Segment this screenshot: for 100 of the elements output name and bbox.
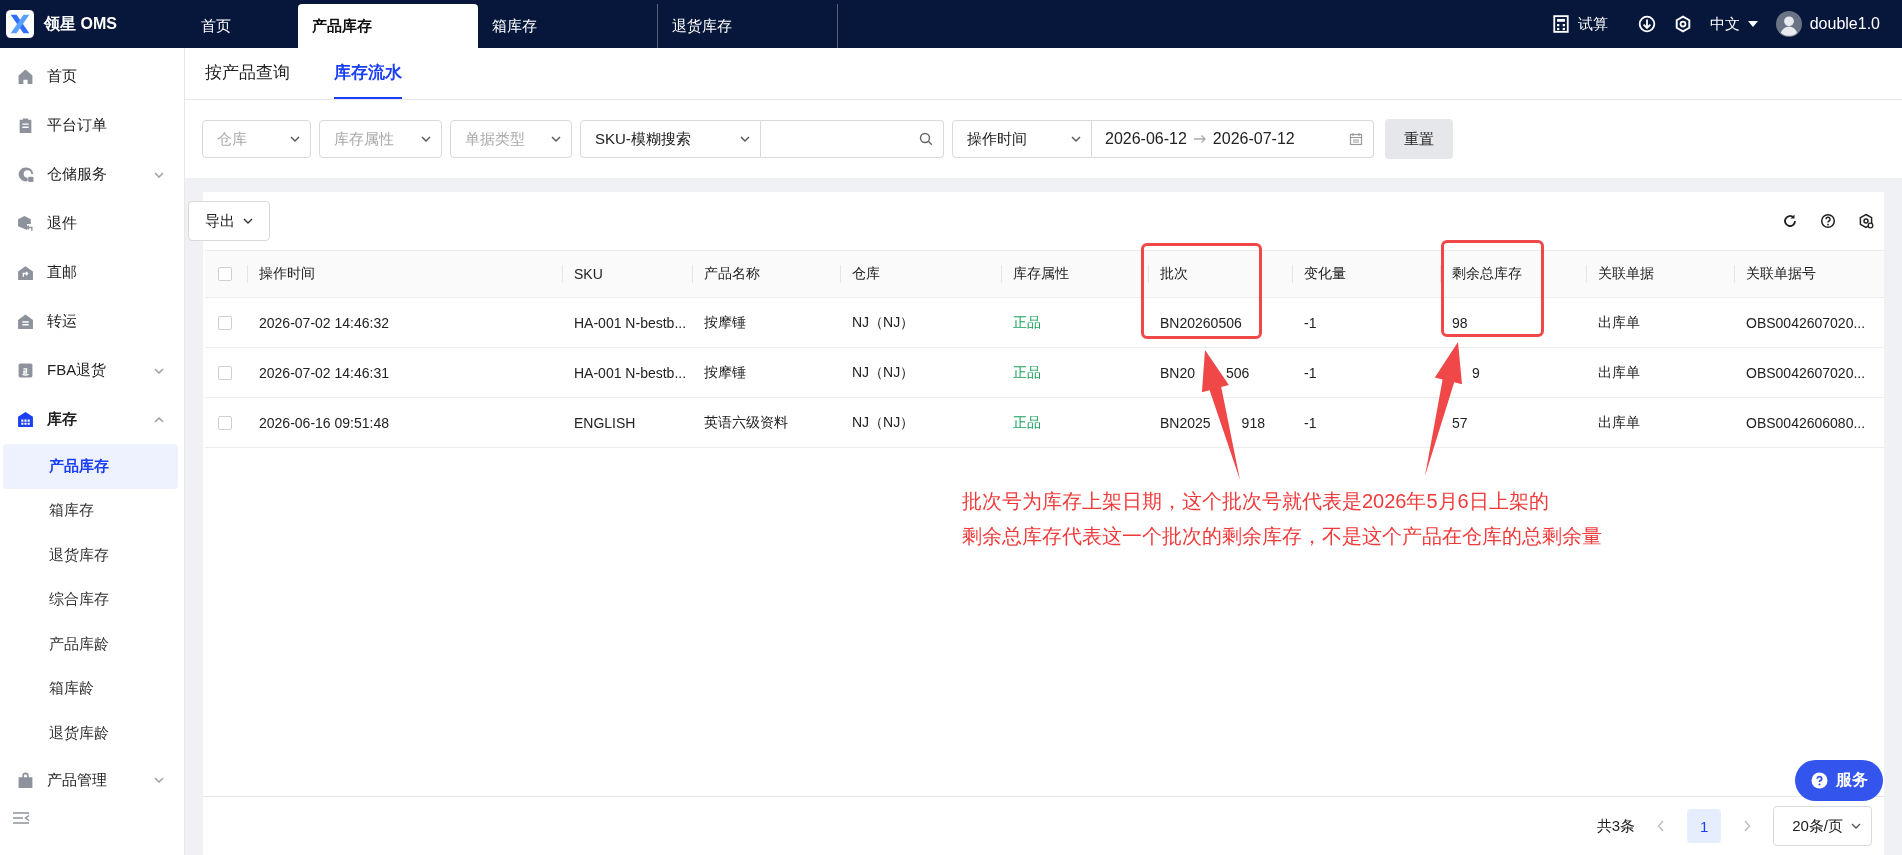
sidebar-item[interactable]: 直邮 xyxy=(0,248,184,297)
download-icon[interactable] xyxy=(1637,15,1656,33)
sidebar-subitem[interactable]: 综合库存 xyxy=(3,577,178,622)
table-cell: 英语六级资料 xyxy=(704,413,788,432)
sidebar-item[interactable]: 库存 xyxy=(0,395,184,444)
table-cell: BN20260506 xyxy=(1160,314,1242,331)
next-page-icon[interactable] xyxy=(1743,820,1752,832)
help-icon xyxy=(1810,772,1828,789)
chevron-icon xyxy=(154,416,164,423)
sidebar-subitem[interactable]: 产品库存 xyxy=(3,444,178,489)
warehouse-icon xyxy=(17,411,34,428)
table-cell: NJ（NJ） xyxy=(852,413,915,432)
top-tab[interactable]: 产品库存 xyxy=(298,4,478,48)
column-header: 操作时间 xyxy=(259,265,315,283)
house-arrow-icon xyxy=(17,264,34,281)
table-cell: BN2025 xyxy=(1160,414,1211,431)
table-cell: 正品 xyxy=(1013,413,1041,432)
sidebar-item[interactable]: FBA退货 xyxy=(0,346,184,395)
row-checkbox[interactable] xyxy=(218,315,232,330)
chevron-down-icon xyxy=(243,218,253,224)
header-checkbox[interactable] xyxy=(218,267,232,281)
help-icon[interactable] xyxy=(1820,213,1836,229)
avatar-icon[interactable] xyxy=(1775,11,1802,37)
table-cell: 出库单 xyxy=(1598,313,1640,332)
row-checkbox[interactable] xyxy=(218,365,232,380)
export-button[interactable]: 导出 xyxy=(188,201,270,241)
calculator-button[interactable]: 试算 xyxy=(1551,14,1608,34)
table-cell: 出库单 xyxy=(1598,363,1640,382)
collapse-icon[interactable] xyxy=(12,810,30,825)
sidebar-item[interactable]: 退件 xyxy=(0,199,184,248)
table-cell: 918 xyxy=(1241,414,1265,431)
top-tab[interactable]: 首页 xyxy=(185,4,298,48)
user-name[interactable]: double1.0 xyxy=(1809,15,1880,33)
row-checkbox[interactable] xyxy=(218,415,232,430)
sidebar-item[interactable]: 仓储服务 xyxy=(0,150,184,199)
search-icon xyxy=(919,132,933,146)
chevron-down-icon xyxy=(740,136,750,142)
column-header: 关联单据 xyxy=(1598,265,1654,283)
column-header: SKU xyxy=(574,266,603,282)
service-button[interactable]: 服务 xyxy=(1795,760,1883,801)
column-header: 批次 xyxy=(1160,265,1188,283)
previous-page-icon[interactable] xyxy=(1657,820,1666,832)
table-cell: -1 xyxy=(1304,414,1317,431)
table-cell: 9 xyxy=(1472,364,1480,381)
total-count: 共3条 xyxy=(1596,816,1636,836)
sidebar-subitem[interactable]: 产品库龄 xyxy=(3,622,178,667)
annotation-text: 剩余总库存代表这一个批次的剩余库存，不是这个产品在仓库的总剩余量 xyxy=(962,524,1602,549)
column-settings-icon[interactable] xyxy=(1858,213,1874,229)
table-cell: OBS0042606080... xyxy=(1746,414,1866,431)
sidebar-subitem[interactable]: 箱库龄 xyxy=(3,666,178,711)
table-cell: 2026-07-02 14:46:31 xyxy=(259,364,389,381)
sidebar-subitem[interactable]: 箱库存 xyxy=(3,488,178,533)
home-icon xyxy=(17,68,34,85)
table-cell: -1 xyxy=(1304,364,1317,381)
table-cell: NJ（NJ） xyxy=(852,363,915,382)
table-cell: NJ（NJ） xyxy=(852,313,915,332)
page-size-select[interactable]: 20条/页 xyxy=(1773,806,1872,846)
table-cell: HA-001 N-bestb... xyxy=(574,314,687,331)
table-cell: 正品 xyxy=(1013,363,1041,382)
chevron-icon xyxy=(154,171,164,178)
table-cell: 2026-06-16 09:51:48 xyxy=(259,414,389,431)
sidebar-subitem[interactable]: 退货库存 xyxy=(3,533,178,578)
column-header: 产品名称 xyxy=(704,265,760,283)
table-cell: 按摩锤 xyxy=(704,363,746,382)
table-cell: OBS0042607020... xyxy=(1746,314,1866,331)
column-header: 变化量 xyxy=(1304,265,1346,283)
chevron-down-icon xyxy=(1851,823,1861,829)
table-cell: BN20 xyxy=(1160,364,1196,381)
search-type-select[interactable]: SKU-模糊搜索 xyxy=(580,120,761,158)
reset-button[interactable]: 重置 xyxy=(1385,119,1453,159)
date-type-select[interactable]: 操作时间 xyxy=(952,120,1092,158)
table-cell: 正品 xyxy=(1013,313,1041,332)
table-cell: HA-001 N-bestb... xyxy=(574,364,687,381)
logo-text: 领星 OMS xyxy=(44,13,117,34)
page-number[interactable]: 1 xyxy=(1687,809,1722,843)
search-field[interactable] xyxy=(761,120,944,158)
calculator-icon xyxy=(1551,15,1570,33)
date-range-field[interactable]: 2026-06-12 2026-07-12 xyxy=(1092,120,1374,158)
sidebar-item[interactable]: 首页 xyxy=(0,52,184,101)
table-cell: ENGLISH xyxy=(574,414,636,431)
table-cell: 出库单 xyxy=(1598,413,1640,432)
settings-icon[interactable] xyxy=(1673,15,1692,33)
chevron-down-icon xyxy=(421,136,431,142)
sidebar-item[interactable]: 产品管理 xyxy=(0,755,184,805)
sub-tab[interactable]: 按产品查询 xyxy=(205,48,290,99)
sidebar-subitem[interactable]: 退货库龄 xyxy=(3,711,178,756)
column-header: 关联单据号 xyxy=(1746,265,1816,283)
column-header: 剩余总库存 xyxy=(1452,265,1522,283)
chevron-icon xyxy=(154,367,164,374)
caret-icon xyxy=(1747,21,1758,27)
refresh-icon[interactable] xyxy=(1782,213,1798,229)
transfer-icon xyxy=(17,313,34,330)
sidebar-item[interactable]: 转运 xyxy=(0,297,184,346)
annotation-text: 批次号为库存上架日期，这个批次号就代表是2026年5月6日上架的 xyxy=(962,489,1550,514)
column-header: 库存属性 xyxy=(1013,265,1069,283)
chevron-down-icon xyxy=(290,136,300,142)
sidebar-item[interactable]: 平台订单 xyxy=(0,101,184,150)
logo-icon xyxy=(6,10,34,38)
language-select[interactable]: 中文 xyxy=(1709,14,1758,34)
table-cell: -1 xyxy=(1304,314,1317,331)
